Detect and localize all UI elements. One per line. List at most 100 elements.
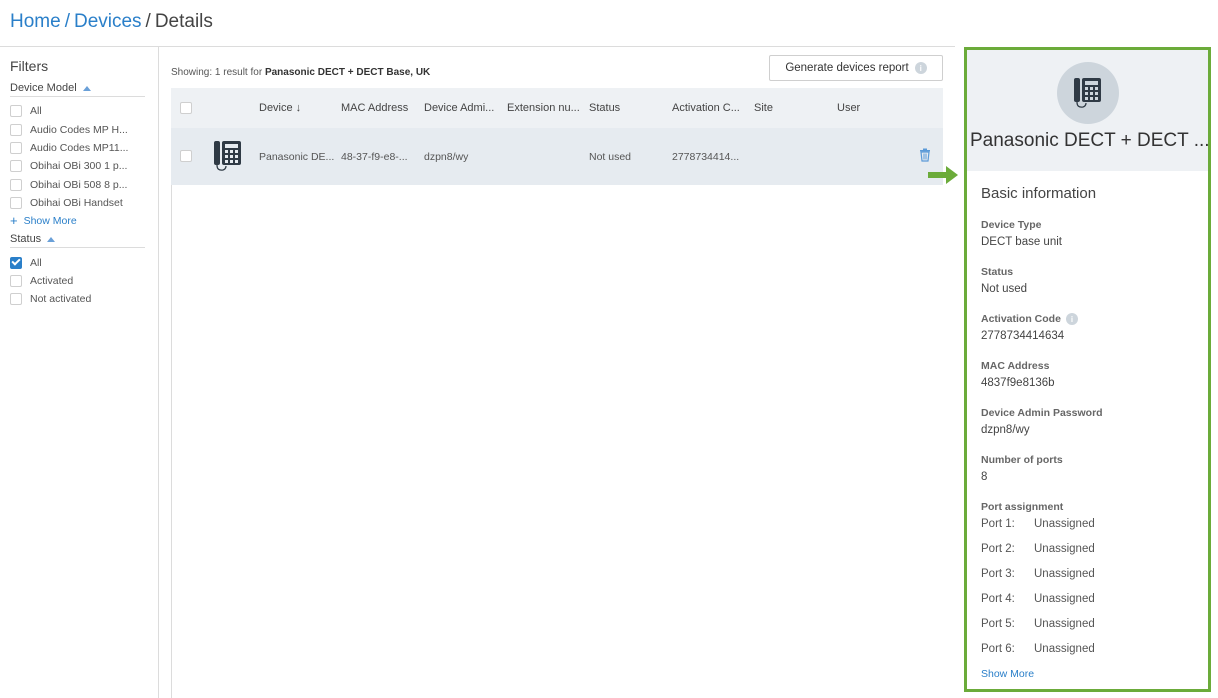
checkbox-checked[interactable] xyxy=(10,256,22,269)
cell-admin-password: dzpn8/wy xyxy=(424,150,469,163)
device-model-filter-title: Device Model xyxy=(10,82,77,94)
results-prefix: Showing: 1 result for xyxy=(171,67,263,78)
checkbox[interactable] xyxy=(10,197,22,210)
port-row: Port 3: Unassigned xyxy=(981,568,1194,593)
breadcrumb-home-link[interactable]: Home xyxy=(10,11,61,32)
column-admin-password[interactable]: Device Admi... xyxy=(424,102,504,114)
show-more-label: Show More xyxy=(23,215,77,228)
desk-phone-icon xyxy=(214,141,241,171)
info-icon[interactable]: i xyxy=(914,62,927,74)
port-row: Port 6: Unassigned xyxy=(981,643,1194,668)
generate-report-button[interactable]: Generate devices report i xyxy=(769,55,943,81)
device-model-show-more[interactable]: + Show More xyxy=(10,212,148,230)
ports-show-more-link[interactable]: Show More xyxy=(981,668,1194,680)
collapse-up-icon[interactable] xyxy=(47,236,56,242)
filter-option-label: Audio Codes MP H... xyxy=(30,123,128,136)
port-row: Port 2: Unassigned xyxy=(981,543,1194,568)
filter-option[interactable]: All xyxy=(10,102,148,120)
port-label: Port 3: xyxy=(981,568,1015,580)
number-of-ports-label: Number of ports xyxy=(981,454,1063,466)
admin-password-value: dzpn8/wy xyxy=(981,424,1030,436)
port-row: Port 1: Unassigned xyxy=(981,518,1194,543)
device-model-filter-header[interactable]: Device Model xyxy=(10,82,145,97)
port-value: Unassigned xyxy=(1034,643,1095,655)
row-checkbox[interactable] xyxy=(180,150,192,162)
table-header: Device ↓ MAC Address Device Admi... Exte… xyxy=(171,88,943,128)
port-label: Port 1: xyxy=(981,518,1015,530)
checkbox[interactable] xyxy=(10,293,22,306)
status-value: Not used xyxy=(981,283,1028,295)
filter-option-label: Obihai OBi 508 8 p... xyxy=(30,178,128,191)
port-label: Port 5: xyxy=(981,618,1015,630)
activation-code-value: 2778734414634 xyxy=(981,330,1065,342)
filter-option-label: All xyxy=(30,105,42,118)
checkbox[interactable] xyxy=(10,274,22,287)
device-type-label: Device Type xyxy=(981,219,1042,231)
filter-option[interactable]: Not activated xyxy=(10,290,148,308)
breadcrumb-separator: / xyxy=(64,11,70,32)
breadcrumb-devices-link[interactable]: Devices xyxy=(74,11,142,32)
info-icon[interactable]: i xyxy=(1065,313,1078,325)
column-mac[interactable]: MAC Address xyxy=(341,102,421,114)
plus-icon: + xyxy=(10,213,18,229)
cell-device: Panasonic DE... xyxy=(259,150,335,163)
checkbox[interactable] xyxy=(10,105,22,118)
checkbox[interactable] xyxy=(10,123,22,136)
desk-phone-icon xyxy=(1074,78,1101,108)
cell-status: Not used xyxy=(589,150,632,163)
checkbox[interactable] xyxy=(10,141,22,154)
status-label: Status xyxy=(981,266,1014,278)
port-assignment-label: Port assignment xyxy=(981,501,1064,513)
port-value: Unassigned xyxy=(1034,568,1095,580)
status-filter-header[interactable]: Status xyxy=(10,233,145,249)
column-site[interactable]: Site xyxy=(754,102,834,114)
status-filter-title: Status xyxy=(10,233,42,246)
breadcrumb: Home / Devices / Details xyxy=(10,10,213,34)
checkbox[interactable] xyxy=(10,160,22,173)
basic-information-heading: Basic information xyxy=(981,185,1097,202)
port-label: Port 6: xyxy=(981,643,1015,655)
filters-title: Filters xyxy=(10,58,49,74)
column-activation-code[interactable]: Activation C... xyxy=(672,102,752,114)
checkbox[interactable] xyxy=(10,178,22,191)
filter-option-label: Obihai OBi 300 1 p... xyxy=(30,160,128,173)
device-detail-panel: Panasonic DECT + DECT ... Basic informat… xyxy=(964,47,1211,692)
column-extension[interactable]: Extension nu... xyxy=(507,102,587,114)
port-value: Unassigned xyxy=(1034,518,1095,530)
filter-option-label: Activated xyxy=(30,274,74,287)
cell-mac: 48-37-f9-e8-... xyxy=(341,150,408,163)
results-summary: Showing: 1 result for Panasonic DECT + D… xyxy=(171,67,430,78)
filter-option[interactable]: Obihai OBi 300 1 p... xyxy=(10,157,148,175)
port-value: Unassigned xyxy=(1034,618,1095,630)
port-value: Unassigned xyxy=(1034,593,1095,605)
column-user[interactable]: User xyxy=(837,102,917,114)
filter-option[interactable]: Obihai OBi Handset xyxy=(10,194,148,212)
device-avatar xyxy=(1057,62,1119,124)
activation-code-label-row: Activation Code i xyxy=(981,313,1194,325)
column-device[interactable]: Device ↓ xyxy=(259,102,339,114)
activation-code-label: Activation Code xyxy=(981,313,1061,325)
trash-icon[interactable] xyxy=(919,148,931,162)
results-query: Panasonic DECT + DECT Base, UK xyxy=(264,67,431,78)
generate-report-label: Generate devices report xyxy=(785,62,909,74)
mac-address-label: MAC Address xyxy=(981,360,1050,372)
select-all-checkbox[interactable] xyxy=(180,102,192,114)
port-label: Port 4: xyxy=(981,593,1015,605)
column-status[interactable]: Status xyxy=(589,102,669,114)
filter-option[interactable]: Obihai OBi 508 8 p... xyxy=(10,176,148,194)
filter-option[interactable]: Activated xyxy=(10,272,148,290)
filter-option-label: Audio Codes MP11... xyxy=(30,141,129,154)
filter-option-label: All xyxy=(30,256,42,269)
filter-option[interactable]: Audio Codes MP11... xyxy=(10,139,148,157)
collapse-up-icon[interactable] xyxy=(82,85,91,91)
table-row[interactable]: Panasonic DE... 48-37-f9-e8-... dzpn8/wy… xyxy=(171,128,943,185)
table-divider xyxy=(171,185,172,698)
filter-option[interactable]: Audio Codes MP H... xyxy=(10,120,148,138)
filter-option[interactable]: All xyxy=(10,253,148,271)
port-value: Unassigned xyxy=(1034,543,1095,555)
device-type-value: DECT base unit xyxy=(981,236,1062,248)
filters-sidebar: Filters Device Model All Audio Codes MP … xyxy=(0,47,159,698)
filter-option-label: Obihai OBi Handset xyxy=(30,197,123,210)
filter-option-label: Not activated xyxy=(30,293,92,306)
device-details-page: Home / Devices / Details Filters Device Mode… xyxy=(0,0,1218,698)
